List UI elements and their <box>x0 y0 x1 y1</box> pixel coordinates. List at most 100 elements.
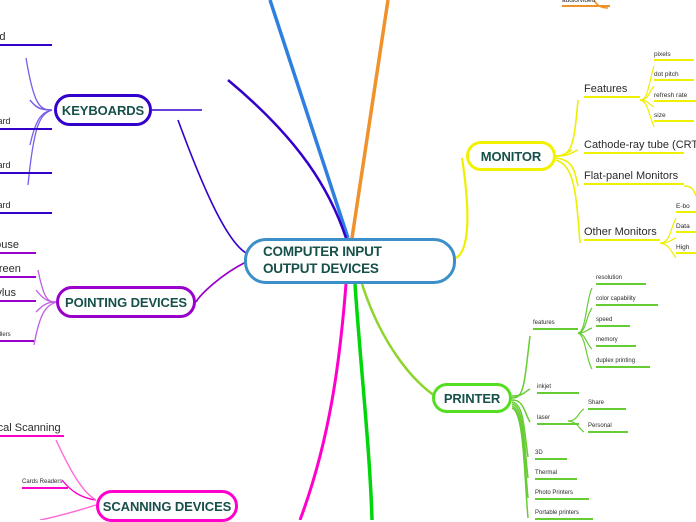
leaf-other-monitor-0[interactable]: E-bo <box>676 202 696 213</box>
branch-label-printer: PRINTER <box>443 390 501 406</box>
leaf-printer-photo[interactable]: Photo Printers <box>535 488 589 500</box>
leaf-label: laser <box>537 415 551 422</box>
leaf-printer-inkjet[interactable]: inkjet <box>537 382 579 394</box>
leaf-feature-size[interactable]: size <box>654 111 694 122</box>
central-node[interactable]: COMPUTER INPUT OUTPUT DEVICES <box>244 238 456 284</box>
link-monitor-crt <box>555 149 579 157</box>
branch-label-monitor: MONITOR <box>480 148 542 164</box>
leaf-label: Cards Readers <box>22 479 63 486</box>
leaf-pfeature-memory[interactable]: memory <box>596 335 636 347</box>
link-pfeat-resolution <box>577 287 593 334</box>
leaf-laser-share[interactable]: Share <box>588 398 626 410</box>
leaf-audio-video[interactable]: audio/video <box>562 0 610 7</box>
branch-node-monitor[interactable]: MONITOR <box>466 141 556 171</box>
link-pd-child-3 <box>33 301 57 346</box>
leaf-feature-pixels[interactable]: pixels <box>654 50 694 61</box>
leaf-keyboard-2[interactable]: eyboard <box>0 160 52 174</box>
branch-node-pointing-devices[interactable]: POINTING DEVICES <box>56 286 196 318</box>
branch-node-scanning-devices[interactable]: SCANNING DEVICES <box>96 490 238 522</box>
leaf-pfeature-duplex-printing[interactable]: duplex printing <box>596 356 650 368</box>
leaf-label: Cathode-ray tube (CRT) <box>584 138 696 151</box>
link-pd-child-0 <box>37 269 57 303</box>
leaf-pfeature-speed[interactable]: speed <box>596 315 630 327</box>
link-monitor-hub <box>555 149 573 157</box>
leaf-label: Personal <box>588 423 612 430</box>
leaf-laser-personal[interactable]: Personal <box>588 421 628 433</box>
link-printer-thermal <box>511 403 529 479</box>
link-sd-child-optical <box>55 439 97 501</box>
leaf-pointing-2[interactable]: Stylus <box>0 286 36 302</box>
leaf-other-monitor-2[interactable]: High <box>676 243 696 254</box>
leaf-keyboard-3[interactable]: eyboard <box>0 200 52 214</box>
leaf-monitor-other[interactable]: Other Monitors <box>584 225 660 241</box>
leaf-scanning-0[interactable]: ptical Scanning <box>0 421 64 437</box>
leaf-label: resolution <box>596 275 623 282</box>
link-pfeat-duplex <box>577 332 593 370</box>
leaf-label: Photo Printers <box>535 490 574 497</box>
link-center-pointing <box>195 261 247 303</box>
leaf-other-monitor-1[interactable]: Data <box>676 222 696 233</box>
leaf-label: Mouse <box>0 238 20 251</box>
leaf-pointing-1[interactable]: Screen <box>0 262 36 278</box>
leaf-printer-portable[interactable]: Portable printers <box>535 508 593 520</box>
leaf-printer-features[interactable]: features <box>533 318 578 330</box>
leaf-pointing-0[interactable]: Mouse <box>0 238 36 254</box>
leaf-keyboard-0[interactable]: ybord <box>0 30 52 46</box>
branch-label-scanning-devices: SCANNING DEVICES <box>102 498 232 514</box>
link-monitor-features <box>555 99 579 157</box>
link-other-data <box>659 237 677 244</box>
link-center-up-blue <box>268 0 350 239</box>
link-center-keyboards-upper <box>227 79 348 239</box>
link-center-up-orange <box>350 0 390 239</box>
leaf-label: speed <box>596 317 613 324</box>
link-printer-3d <box>511 401 529 458</box>
leaf-label: Features <box>584 82 628 95</box>
leaf-label: Thermal <box>535 470 558 477</box>
branch-label-pointing-devices: POINTING DEVICES <box>65 294 187 310</box>
link-feat-size <box>639 99 655 128</box>
leaf-label: 3D <box>535 450 543 457</box>
link-sd-child-extra <box>39 504 97 520</box>
leaf-feature-refresh-rate[interactable]: refresh rate <box>654 91 696 102</box>
link-keyboards-hub <box>29 99 53 111</box>
leaf-label: Portable printers <box>535 510 580 517</box>
leaf-scanning-1[interactable]: Cards Readers <box>22 477 68 489</box>
leaf-label: pixels <box>654 50 671 58</box>
leaf-label: color capability <box>596 296 636 303</box>
link-printer-portable <box>511 407 529 519</box>
leaf-monitor-flat-panel[interactable]: Flat-panel Monitors <box>584 169 684 185</box>
link-printer-features <box>511 335 531 399</box>
link-printer-inkjet <box>511 388 531 397</box>
link-center-monitor <box>455 157 469 259</box>
leaf-label: Other Monitors <box>584 225 657 238</box>
leaf-keyboard-1[interactable]: eyboard <box>0 116 52 130</box>
link-pfeat-memory <box>577 332 593 350</box>
leaf-printer-thermal[interactable]: Thermal <box>535 468 577 480</box>
leaf-monitor-features[interactable]: Features <box>584 82 640 98</box>
leaf-label: dot pitch <box>654 70 679 78</box>
link-printer-laser <box>511 399 531 423</box>
leaf-feature-dot-pitch[interactable]: dot pitch <box>654 70 694 81</box>
branch-node-printer[interactable]: PRINTER <box>432 383 512 413</box>
leaf-printer-laser[interactable]: laser <box>537 413 579 425</box>
link-other-high <box>659 242 677 259</box>
leaf-printer-3d[interactable]: 3D <box>535 448 567 460</box>
link-other-ebook <box>659 217 677 244</box>
leaf-label: audio/video <box>562 0 596 4</box>
leaf-label: Flat-panel Monitors <box>584 169 679 182</box>
leaf-label: eyboard <box>0 116 11 127</box>
leaf-pfeature-resolution[interactable]: resolution <box>596 273 646 285</box>
leaf-pointing-3[interactable]: ontrollers <box>0 330 34 342</box>
leaf-pfeature-color-capability[interactable]: color capability <box>596 294 658 306</box>
link-pd-child-1 <box>35 289 57 303</box>
leaf-label: size <box>654 111 666 119</box>
leaf-label: inkjet <box>537 384 552 391</box>
branch-node-keyboards[interactable]: KEYBOARDS <box>54 94 152 126</box>
leaf-label: Screen <box>0 262 21 275</box>
leaf-label: ptical Scanning <box>0 421 61 434</box>
link-kb-child-0 <box>25 57 53 111</box>
leaf-monitor-crt[interactable]: Cathode-ray tube (CRT) <box>584 138 696 154</box>
link-center-keyboards <box>177 119 247 254</box>
link-kb-child-1 <box>29 99 53 111</box>
leaf-label: High <box>676 243 690 251</box>
